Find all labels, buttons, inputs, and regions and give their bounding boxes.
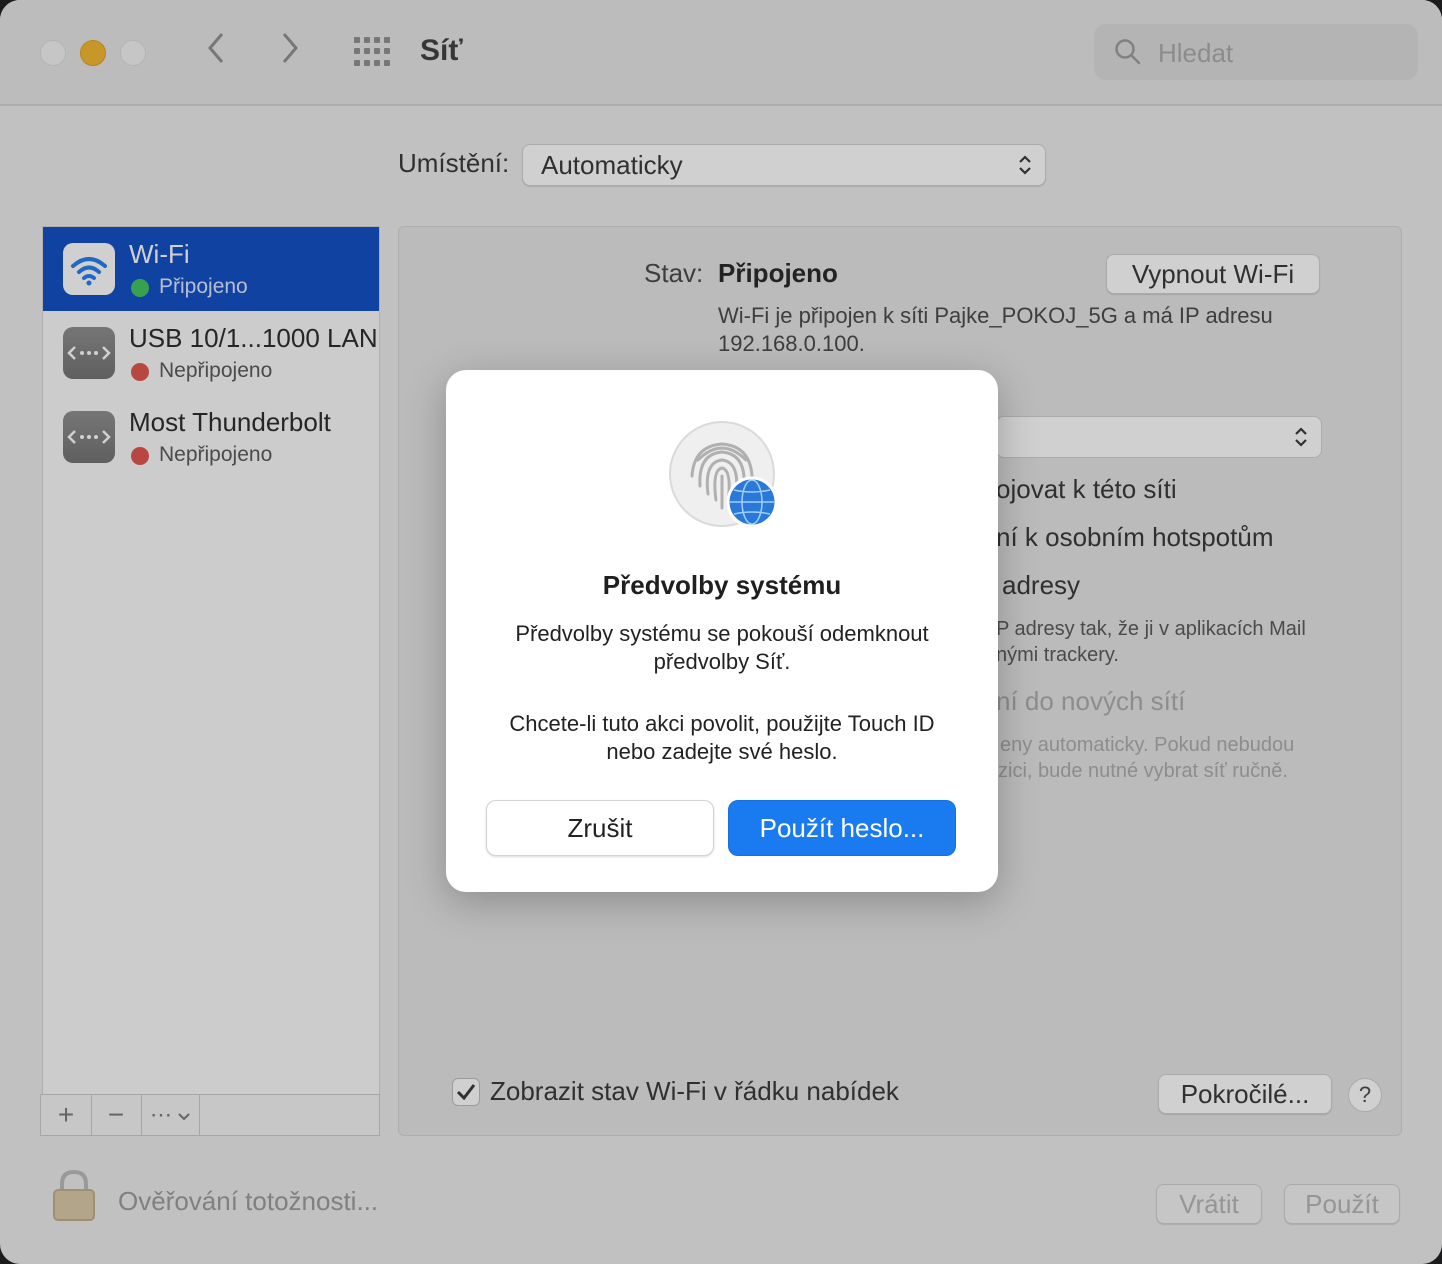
cancel-button[interactable]: Zrušit: [486, 800, 714, 856]
dialog-message: Předvolby systému se pokouší odemknout p…: [476, 620, 968, 676]
dialog-message-line: nebo zadejte své heslo.: [606, 739, 838, 764]
dialog-instructions: Chcete-li tuto akci povolit, použijte To…: [476, 710, 968, 766]
dialog-message-line: Předvolby systému se pokouší odemknout: [515, 621, 929, 646]
dialog-message-line: předvolby Síť.: [653, 649, 791, 674]
authentication-dialog: Předvolby systému Předvolby systému se p…: [446, 370, 998, 892]
dialog-title: Předvolby systému: [602, 570, 842, 600]
use-password-button[interactable]: Použít heslo...: [728, 800, 956, 856]
dialog-message-line: Chcete-li tuto akci povolit, použijte To…: [509, 711, 935, 736]
system-preferences-window: Síť Umístění: Automaticky: [0, 0, 1442, 1264]
touch-id-fingerprint-icon: [669, 421, 778, 528]
